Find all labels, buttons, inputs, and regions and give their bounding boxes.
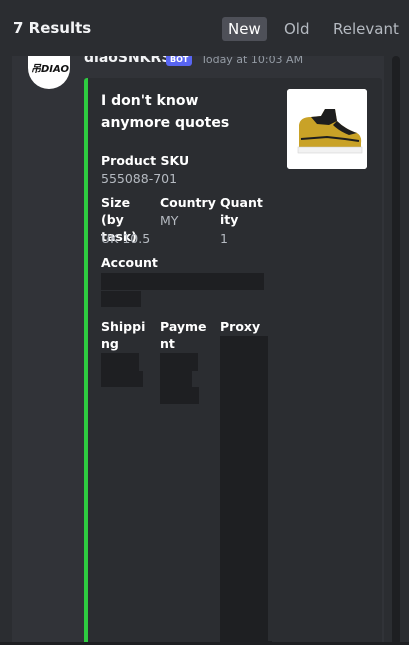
redacted-account <box>101 273 264 290</box>
field-quantity-name: Quantity <box>220 195 263 227</box>
field-product-sku-name: Product SKU <box>101 153 190 168</box>
timestamp: Today at 10:03 AM <box>201 56 304 66</box>
scrollbar[interactable] <box>392 56 400 645</box>
redacted-proxy <box>220 336 268 641</box>
field-shipping-name: Shipping <box>101 319 146 351</box>
field-country-value: MY <box>160 213 179 228</box>
search-result-card[interactable]: 吊DIAO diaoSNKRS BOT Today at 10:03 AM I … <box>12 56 384 645</box>
sneaker-image <box>287 89 367 169</box>
redacted-shipping <box>101 353 139 371</box>
redacted-account <box>101 291 141 307</box>
field-size-value: UK 10.5 <box>101 231 151 246</box>
username[interactable]: diaoSNKRS <box>84 56 171 66</box>
field-product-sku-value: 555088-701 <box>101 171 178 186</box>
redacted-payment <box>160 371 192 387</box>
avatar[interactable]: 吊DIAO <box>28 56 70 89</box>
search-results-header: 7 Results New Old Relevant <box>0 0 409 56</box>
field-quantity-value: 1 <box>220 231 228 246</box>
sort-tab-new[interactable]: New <box>222 17 267 41</box>
redacted-payment <box>160 353 198 371</box>
field-account-name: Account <box>101 255 158 270</box>
field-payment-name: Payment <box>160 319 207 351</box>
bot-tag: BOT <box>166 56 193 66</box>
embed-title: I don't know anymore quotes <box>101 93 230 131</box>
field-proxy-name: Proxy <box>220 319 261 334</box>
embed: I don't know anymore quotes Product SKU … <box>84 78 382 645</box>
results-count: 7 Results <box>13 19 92 37</box>
sort-tab-old[interactable]: Old <box>278 17 316 41</box>
redacted-payment <box>160 387 199 404</box>
redacted-shipping <box>101 371 143 387</box>
field-country-name: Country <box>160 195 216 210</box>
avatar-logo: 吊DIAO <box>31 64 69 75</box>
sort-tab-relevant[interactable]: Relevant <box>327 17 405 41</box>
product-thumbnail[interactable] <box>287 89 367 169</box>
